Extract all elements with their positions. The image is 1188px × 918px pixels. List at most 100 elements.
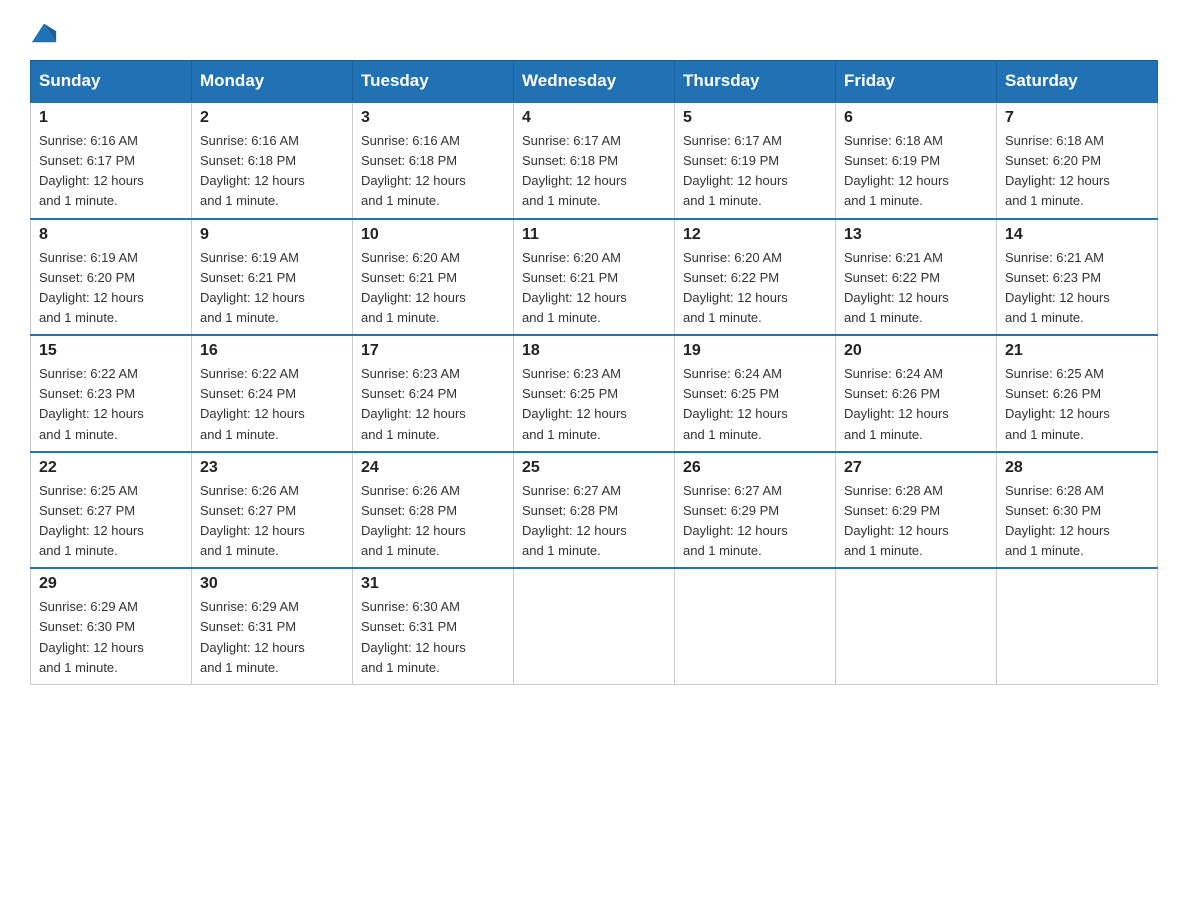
day-number: 1 (39, 109, 183, 127)
calendar-cell (675, 568, 836, 684)
calendar-cell (997, 568, 1158, 684)
calendar-cell (836, 568, 997, 684)
day-number: 27 (844, 459, 988, 477)
calendar-cell: 3 Sunrise: 6:16 AMSunset: 6:18 PMDayligh… (353, 102, 514, 219)
calendar-cell: 25 Sunrise: 6:27 AMSunset: 6:28 PMDaylig… (514, 452, 675, 569)
weekday-header-sunday: Sunday (31, 61, 192, 103)
calendar-cell: 13 Sunrise: 6:21 AMSunset: 6:22 PMDaylig… (836, 219, 997, 336)
day-info: Sunrise: 6:21 AMSunset: 6:23 PMDaylight:… (1005, 250, 1110, 325)
day-info: Sunrise: 6:24 AMSunset: 6:26 PMDaylight:… (844, 366, 949, 441)
day-info: Sunrise: 6:29 AMSunset: 6:31 PMDaylight:… (200, 599, 305, 674)
day-info: Sunrise: 6:17 AMSunset: 6:19 PMDaylight:… (683, 133, 788, 208)
calendar-cell (514, 568, 675, 684)
weekday-header-wednesday: Wednesday (514, 61, 675, 103)
calendar-cell: 19 Sunrise: 6:24 AMSunset: 6:25 PMDaylig… (675, 335, 836, 452)
day-number: 4 (522, 109, 666, 127)
day-info: Sunrise: 6:28 AMSunset: 6:29 PMDaylight:… (844, 483, 949, 558)
day-info: Sunrise: 6:29 AMSunset: 6:30 PMDaylight:… (39, 599, 144, 674)
calendar-week-5: 29 Sunrise: 6:29 AMSunset: 6:30 PMDaylig… (31, 568, 1158, 684)
day-info: Sunrise: 6:20 AMSunset: 6:22 PMDaylight:… (683, 250, 788, 325)
calendar-cell: 4 Sunrise: 6:17 AMSunset: 6:18 PMDayligh… (514, 102, 675, 219)
calendar-cell: 18 Sunrise: 6:23 AMSunset: 6:25 PMDaylig… (514, 335, 675, 452)
calendar-cell: 23 Sunrise: 6:26 AMSunset: 6:27 PMDaylig… (192, 452, 353, 569)
day-number: 24 (361, 459, 505, 477)
logo-icon (30, 18, 58, 46)
calendar-week-3: 15 Sunrise: 6:22 AMSunset: 6:23 PMDaylig… (31, 335, 1158, 452)
calendar-cell: 27 Sunrise: 6:28 AMSunset: 6:29 PMDaylig… (836, 452, 997, 569)
day-info: Sunrise: 6:19 AMSunset: 6:20 PMDaylight:… (39, 250, 144, 325)
calendar-cell: 16 Sunrise: 6:22 AMSunset: 6:24 PMDaylig… (192, 335, 353, 452)
calendar-cell: 26 Sunrise: 6:27 AMSunset: 6:29 PMDaylig… (675, 452, 836, 569)
calendar-cell: 12 Sunrise: 6:20 AMSunset: 6:22 PMDaylig… (675, 219, 836, 336)
calendar-header-row: SundayMondayTuesdayWednesdayThursdayFrid… (31, 61, 1158, 103)
calendar-cell: 1 Sunrise: 6:16 AMSunset: 6:17 PMDayligh… (31, 102, 192, 219)
day-info: Sunrise: 6:16 AMSunset: 6:17 PMDaylight:… (39, 133, 144, 208)
day-info: Sunrise: 6:25 AMSunset: 6:27 PMDaylight:… (39, 483, 144, 558)
day-number: 22 (39, 459, 183, 477)
day-info: Sunrise: 6:18 AMSunset: 6:19 PMDaylight:… (844, 133, 949, 208)
logo (30, 20, 58, 40)
calendar-cell: 22 Sunrise: 6:25 AMSunset: 6:27 PMDaylig… (31, 452, 192, 569)
day-number: 16 (200, 342, 344, 360)
day-info: Sunrise: 6:25 AMSunset: 6:26 PMDaylight:… (1005, 366, 1110, 441)
calendar-cell: 11 Sunrise: 6:20 AMSunset: 6:21 PMDaylig… (514, 219, 675, 336)
day-number: 13 (844, 226, 988, 244)
day-number: 30 (200, 575, 344, 593)
day-info: Sunrise: 6:19 AMSunset: 6:21 PMDaylight:… (200, 250, 305, 325)
day-number: 23 (200, 459, 344, 477)
day-number: 26 (683, 459, 827, 477)
day-number: 19 (683, 342, 827, 360)
day-info: Sunrise: 6:30 AMSunset: 6:31 PMDaylight:… (361, 599, 466, 674)
day-number: 6 (844, 109, 988, 127)
day-number: 3 (361, 109, 505, 127)
calendar-cell: 24 Sunrise: 6:26 AMSunset: 6:28 PMDaylig… (353, 452, 514, 569)
calendar-cell: 15 Sunrise: 6:22 AMSunset: 6:23 PMDaylig… (31, 335, 192, 452)
calendar-cell: 29 Sunrise: 6:29 AMSunset: 6:30 PMDaylig… (31, 568, 192, 684)
day-number: 9 (200, 226, 344, 244)
day-number: 25 (522, 459, 666, 477)
calendar-cell: 20 Sunrise: 6:24 AMSunset: 6:26 PMDaylig… (836, 335, 997, 452)
day-info: Sunrise: 6:21 AMSunset: 6:22 PMDaylight:… (844, 250, 949, 325)
weekday-header-thursday: Thursday (675, 61, 836, 103)
day-info: Sunrise: 6:20 AMSunset: 6:21 PMDaylight:… (361, 250, 466, 325)
calendar-cell: 6 Sunrise: 6:18 AMSunset: 6:19 PMDayligh… (836, 102, 997, 219)
day-number: 2 (200, 109, 344, 127)
calendar-cell: 31 Sunrise: 6:30 AMSunset: 6:31 PMDaylig… (353, 568, 514, 684)
calendar-week-4: 22 Sunrise: 6:25 AMSunset: 6:27 PMDaylig… (31, 452, 1158, 569)
day-number: 17 (361, 342, 505, 360)
calendar-cell: 14 Sunrise: 6:21 AMSunset: 6:23 PMDaylig… (997, 219, 1158, 336)
day-number: 31 (361, 575, 505, 593)
day-info: Sunrise: 6:18 AMSunset: 6:20 PMDaylight:… (1005, 133, 1110, 208)
day-info: Sunrise: 6:20 AMSunset: 6:21 PMDaylight:… (522, 250, 627, 325)
day-info: Sunrise: 6:27 AMSunset: 6:28 PMDaylight:… (522, 483, 627, 558)
day-info: Sunrise: 6:17 AMSunset: 6:18 PMDaylight:… (522, 133, 627, 208)
calendar-cell: 10 Sunrise: 6:20 AMSunset: 6:21 PMDaylig… (353, 219, 514, 336)
calendar-cell: 8 Sunrise: 6:19 AMSunset: 6:20 PMDayligh… (31, 219, 192, 336)
day-number: 15 (39, 342, 183, 360)
day-info: Sunrise: 6:26 AMSunset: 6:28 PMDaylight:… (361, 483, 466, 558)
day-number: 5 (683, 109, 827, 127)
weekday-header-saturday: Saturday (997, 61, 1158, 103)
weekday-header-tuesday: Tuesday (353, 61, 514, 103)
calendar-cell: 30 Sunrise: 6:29 AMSunset: 6:31 PMDaylig… (192, 568, 353, 684)
calendar-cell: 28 Sunrise: 6:28 AMSunset: 6:30 PMDaylig… (997, 452, 1158, 569)
calendar-cell: 9 Sunrise: 6:19 AMSunset: 6:21 PMDayligh… (192, 219, 353, 336)
day-number: 11 (522, 226, 666, 244)
day-number: 28 (1005, 459, 1149, 477)
calendar-cell: 17 Sunrise: 6:23 AMSunset: 6:24 PMDaylig… (353, 335, 514, 452)
day-info: Sunrise: 6:22 AMSunset: 6:23 PMDaylight:… (39, 366, 144, 441)
calendar-week-1: 1 Sunrise: 6:16 AMSunset: 6:17 PMDayligh… (31, 102, 1158, 219)
day-info: Sunrise: 6:16 AMSunset: 6:18 PMDaylight:… (361, 133, 466, 208)
day-number: 21 (1005, 342, 1149, 360)
day-number: 18 (522, 342, 666, 360)
day-number: 12 (683, 226, 827, 244)
day-number: 7 (1005, 109, 1149, 127)
day-info: Sunrise: 6:23 AMSunset: 6:24 PMDaylight:… (361, 366, 466, 441)
weekday-header-monday: Monday (192, 61, 353, 103)
day-info: Sunrise: 6:16 AMSunset: 6:18 PMDaylight:… (200, 133, 305, 208)
day-number: 29 (39, 575, 183, 593)
day-info: Sunrise: 6:24 AMSunset: 6:25 PMDaylight:… (683, 366, 788, 441)
calendar-cell: 5 Sunrise: 6:17 AMSunset: 6:19 PMDayligh… (675, 102, 836, 219)
calendar-cell: 7 Sunrise: 6:18 AMSunset: 6:20 PMDayligh… (997, 102, 1158, 219)
day-info: Sunrise: 6:22 AMSunset: 6:24 PMDaylight:… (200, 366, 305, 441)
